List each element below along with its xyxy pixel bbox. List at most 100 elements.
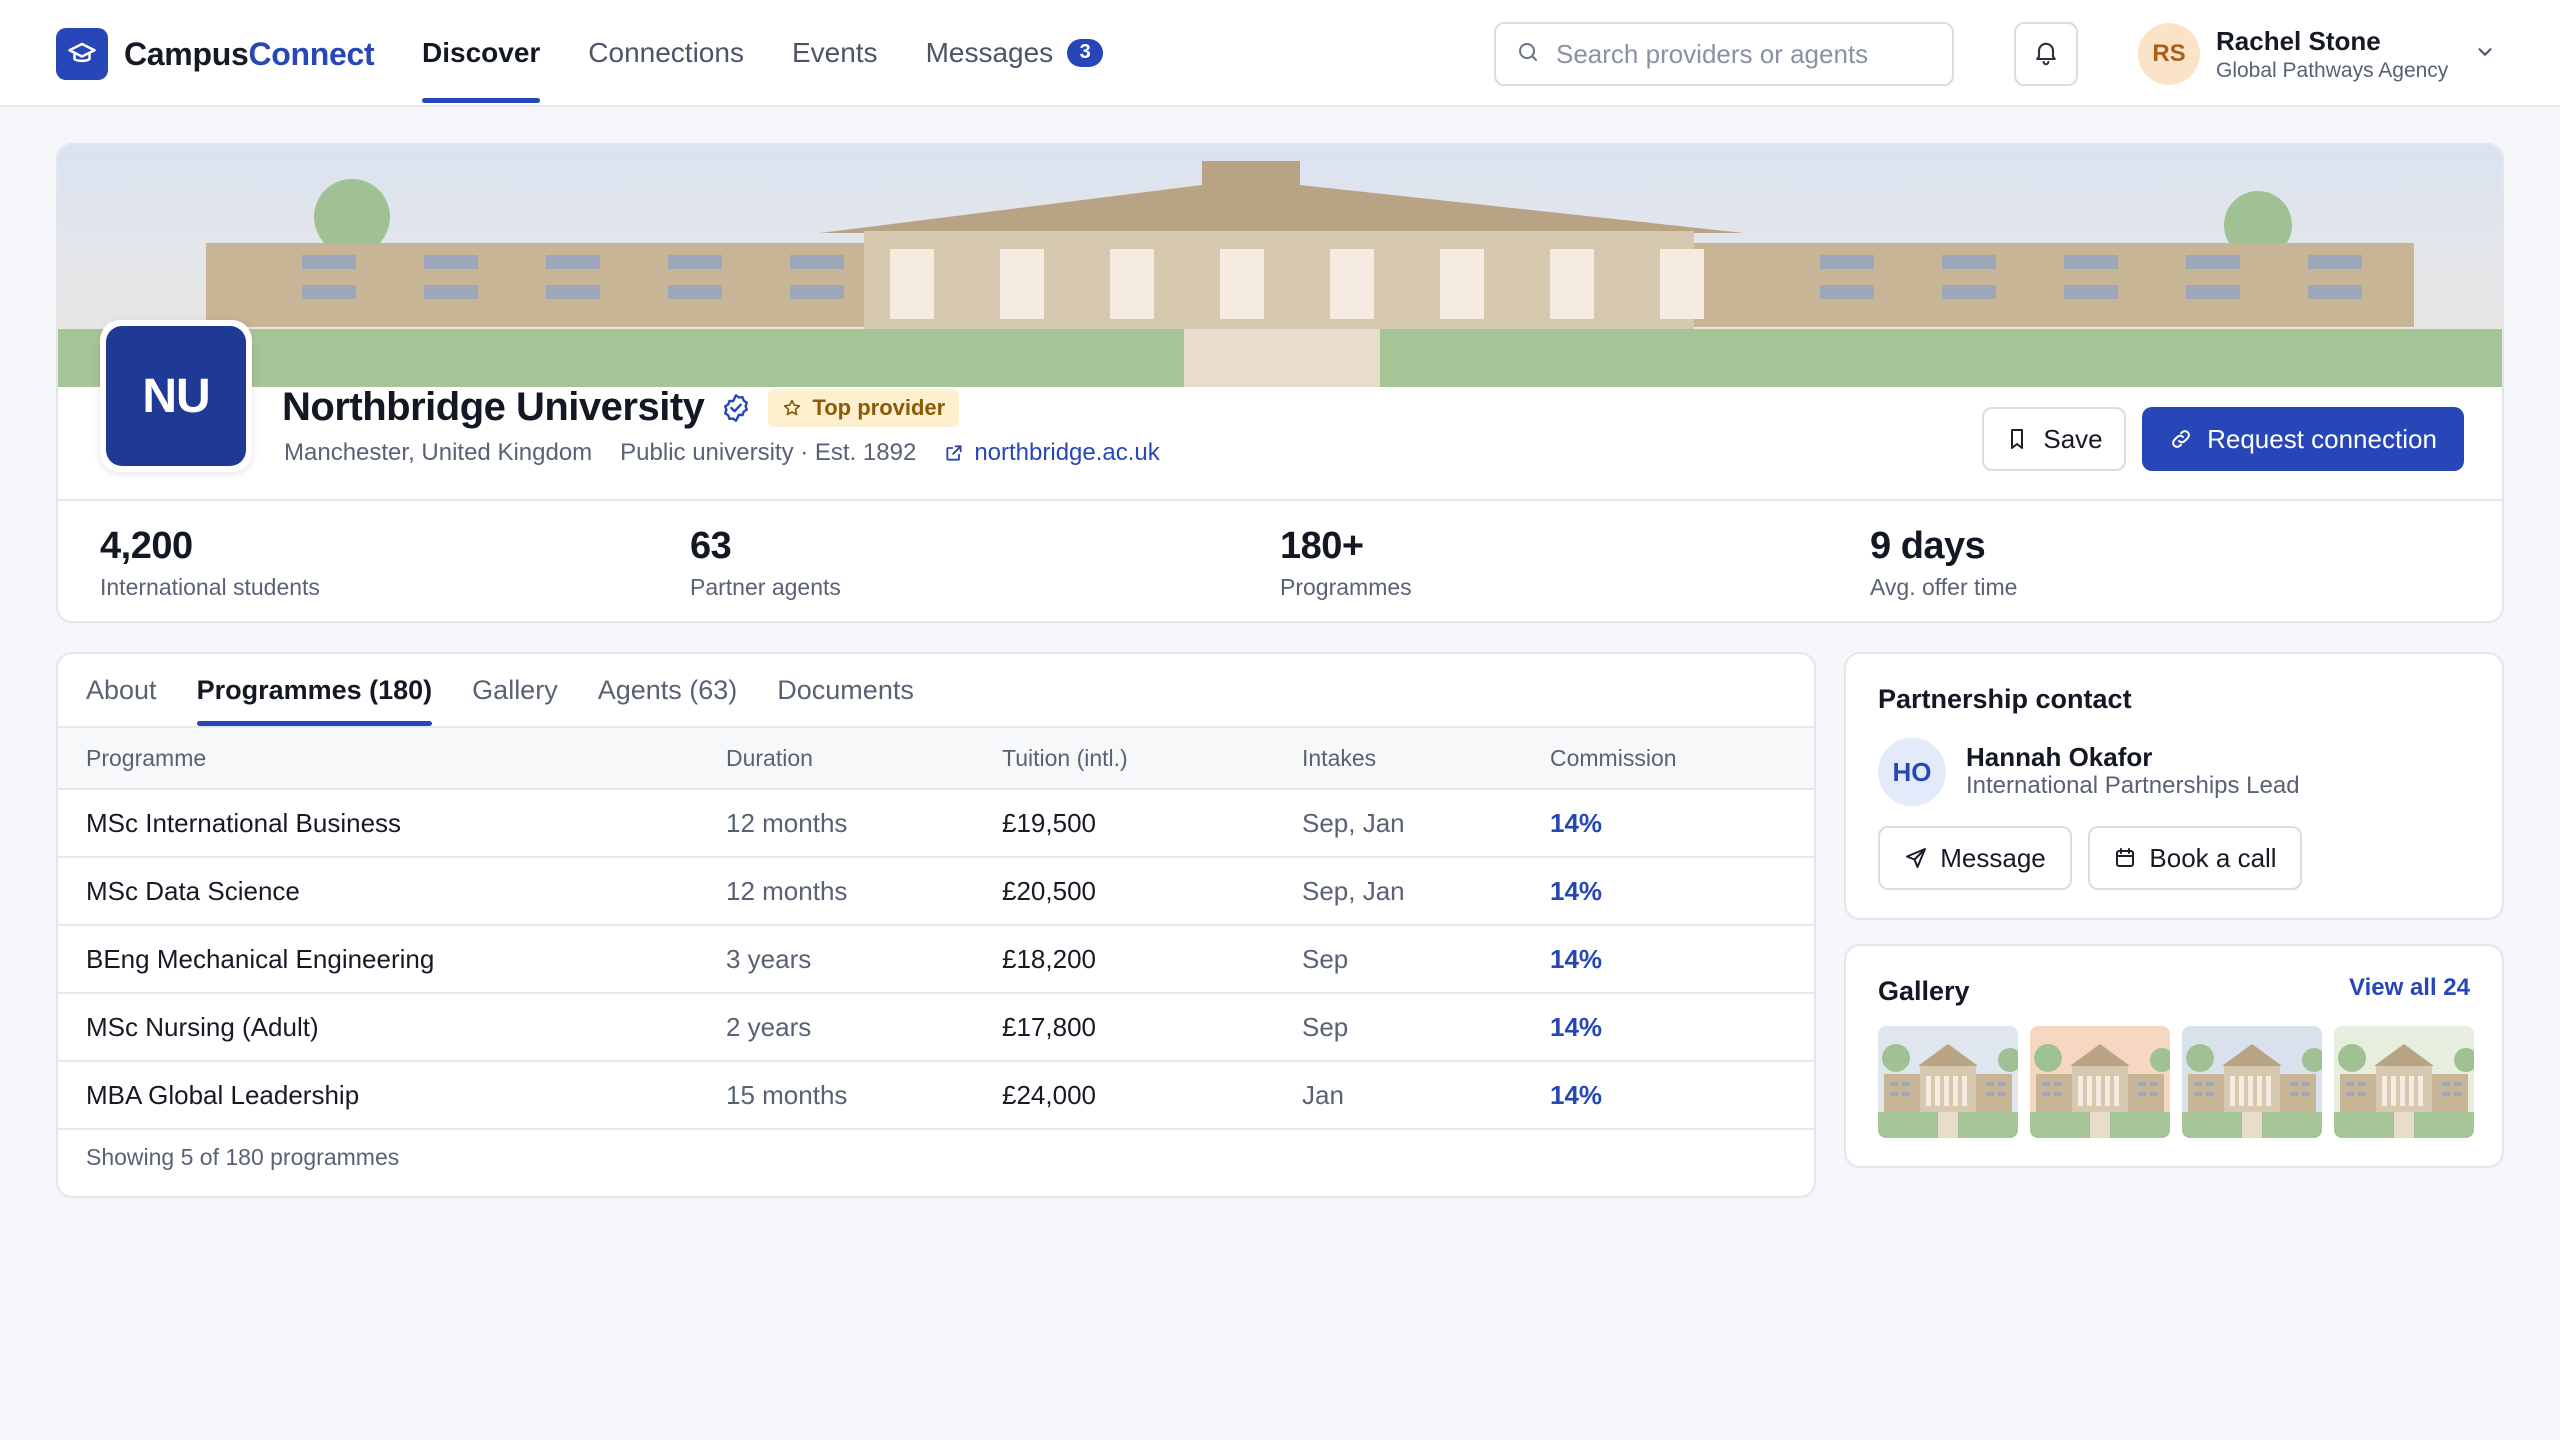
- contact-avatar: HO: [1878, 738, 1946, 806]
- calendar-icon: [2113, 846, 2137, 870]
- user-organization: Global Pathways Agency: [2216, 58, 2449, 82]
- stat-label: Avg. offer time: [1870, 574, 2018, 600]
- notifications-button[interactable]: [2014, 22, 2078, 86]
- programme-name: BEng Mechanical Engineering: [86, 943, 435, 974]
- gallery-thumbnail[interactable]: [2182, 1026, 2322, 1138]
- app-name-part1: Campus: [124, 35, 249, 72]
- app-logo[interactable]: CampusConnect: [56, 28, 375, 80]
- table-row[interactable]: MSc Data Science 12 months £20,500 Sep, …: [58, 858, 1814, 926]
- tab-agents[interactable]: Agents (63): [598, 654, 738, 726]
- programme-duration: 15 months: [726, 1079, 848, 1110]
- request-connection-button[interactable]: Request connection: [2142, 407, 2464, 471]
- stat-label: Partner agents: [690, 574, 841, 600]
- bell-icon: [2032, 38, 2060, 71]
- tab-about[interactable]: About: [86, 654, 157, 726]
- tab-documents[interactable]: Documents: [777, 654, 914, 726]
- search-box[interactable]: [1494, 22, 1954, 86]
- stat-international-students: 4,200 International students: [100, 525, 320, 601]
- search-input[interactable]: [1556, 38, 1936, 70]
- table-row[interactable]: MSc Nursing (Adult) 2 years £17,800 Sep …: [58, 994, 1814, 1062]
- programme-name: MSc Nursing (Adult): [86, 1011, 319, 1042]
- programmes-card: About Programmes (180) Gallery Agents (6…: [56, 652, 1816, 1198]
- gallery-thumbnail[interactable]: [1878, 1026, 2018, 1138]
- top-navigation-bar: CampusConnect Discover Connections Event…: [0, 0, 2560, 107]
- unread-messages-badge: 3: [1067, 38, 1104, 67]
- programme-commission: 14%: [1550, 875, 1603, 906]
- message-button[interactable]: Message: [1878, 826, 2072, 890]
- programme-commission: 14%: [1550, 807, 1603, 838]
- programme-intakes: Sep, Jan: [1302, 807, 1405, 838]
- programme-tuition: £20,500: [1002, 875, 1096, 906]
- nav-discover[interactable]: Discover: [422, 0, 541, 105]
- profile-tabs: About Programmes (180) Gallery Agents (6…: [86, 654, 954, 726]
- campus-banner-image: [58, 145, 2502, 387]
- provider-title-row: Northbridge University Top provider: [282, 385, 960, 430]
- user-menu[interactable]: RS Rachel Stone Global Pathways Agency: [2138, 22, 2496, 86]
- user-name: Rachel Stone: [2216, 25, 2381, 56]
- table-row[interactable]: BEng Mechanical Engineering 3 years £18,…: [58, 926, 1814, 994]
- provider-website-link[interactable]: northbridge.ac.uk: [944, 439, 1160, 467]
- nav-connections[interactable]: Connections: [588, 0, 744, 105]
- programme-tuition: £24,000: [1002, 1079, 1096, 1110]
- programme-intakes: Sep: [1302, 1011, 1349, 1042]
- search-icon: [1516, 40, 1540, 69]
- programme-duration: 12 months: [726, 875, 848, 906]
- external-link-icon: [944, 443, 964, 463]
- programme-duration: 2 years: [726, 1011, 812, 1042]
- table-row[interactable]: MSc International Business 12 months £19…: [58, 790, 1814, 858]
- table-footer-count: Showing 5 of 180 programmes: [86, 1144, 400, 1170]
- stat-value: 9 days: [1870, 525, 1986, 567]
- tab-documents-label: Documents: [777, 674, 914, 705]
- programme-tuition: £18,200: [1002, 943, 1096, 974]
- app-name-part2: Connect: [248, 35, 375, 72]
- stat-avg-offer-time: 9 days Avg. offer time: [1870, 525, 2017, 601]
- message-button-label: Message: [1940, 842, 2046, 873]
- partnership-contact-card: Partnership contact HO Hannah Okafor Int…: [1844, 652, 2504, 920]
- stat-label: International students: [100, 574, 320, 600]
- programme-commission: 14%: [1550, 943, 1603, 974]
- provider-logo-initials: NU: [106, 326, 246, 466]
- stat-label: Programmes: [1280, 574, 1412, 600]
- tab-about-label: About: [86, 674, 157, 705]
- column-header-commission[interactable]: Commission: [1550, 728, 1677, 788]
- nav-messages[interactable]: Messages 3: [926, 0, 1104, 105]
- column-header-intakes[interactable]: Intakes: [1302, 728, 1376, 788]
- bookmark-icon: [2005, 427, 2029, 451]
- book-a-call-button[interactable]: Book a call: [2088, 826, 2302, 890]
- stat-value: 63: [690, 525, 732, 567]
- stat-value: 180+: [1280, 525, 1364, 567]
- verified-badge-icon: [720, 392, 752, 424]
- contact-card-title: Partnership contact: [1878, 684, 2132, 714]
- book-a-call-label: Book a call: [2149, 842, 2277, 873]
- provider-logo: NU: [100, 320, 252, 472]
- nav-events-label: Events: [791, 36, 878, 68]
- programme-name: MSc Data Science: [86, 875, 300, 906]
- request-connection-label: Request connection: [2207, 423, 2437, 454]
- tab-gallery[interactable]: Gallery: [472, 654, 558, 726]
- save-button[interactable]: Save: [1982, 407, 2126, 471]
- stat-partner-agents: 63 Partner agents: [690, 525, 841, 601]
- programme-commission: 14%: [1550, 1011, 1603, 1042]
- stat-programmes: 180+ Programmes: [1280, 525, 1412, 601]
- programmes-table-header: Programme Duration Tuition (intl.) Intak…: [58, 728, 1814, 790]
- view-all-gallery-link[interactable]: View all 24: [2349, 974, 2470, 1002]
- provider-type: Public university · Est. 1892: [620, 439, 917, 466]
- column-header-tuition[interactable]: Tuition (intl.): [1002, 728, 1128, 788]
- save-button-label: Save: [2043, 423, 2103, 454]
- provider-website-text: northbridge.ac.uk: [974, 439, 1160, 466]
- main-nav: Discover Connections Events Messages 3: [422, 0, 1151, 105]
- top-provider-badge: Top provider: [768, 388, 960, 427]
- gallery-thumbnail[interactable]: [2334, 1026, 2474, 1138]
- nav-events[interactable]: Events: [792, 0, 878, 105]
- table-row[interactable]: MBA Global Leadership 15 months £24,000 …: [58, 1062, 1814, 1130]
- column-header-programme[interactable]: Programme: [86, 728, 206, 788]
- tab-programmes[interactable]: Programmes (180): [196, 654, 433, 726]
- gallery-card-title: Gallery: [1878, 976, 1970, 1006]
- programme-duration: 12 months: [726, 807, 848, 838]
- tab-programmes-label: Programmes (180): [196, 674, 433, 705]
- graduation-cap-icon: [56, 28, 108, 80]
- provider-location: Manchester, United Kingdom: [284, 439, 593, 466]
- gallery-thumbnail[interactable]: [2030, 1026, 2170, 1138]
- user-info: Rachel Stone Global Pathways Agency: [2216, 26, 2448, 83]
- column-header-duration[interactable]: Duration: [726, 728, 813, 788]
